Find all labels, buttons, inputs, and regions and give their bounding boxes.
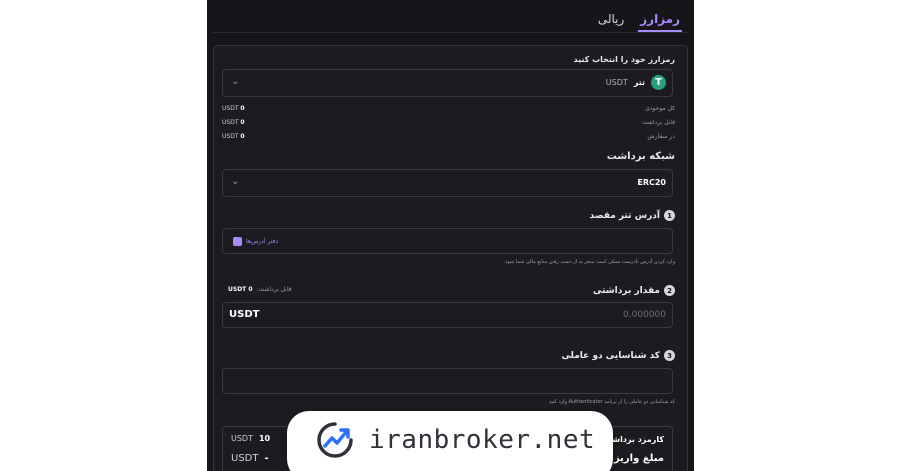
balance-label: قابل برداشت xyxy=(641,119,675,126)
twofa-hint: کد شناسایی دو عاملی را از برنامه Authent… xyxy=(548,399,675,405)
tabs-divider xyxy=(213,32,688,33)
fee-unit: USDT xyxy=(231,434,253,443)
twofa-input[interactable] xyxy=(222,368,673,394)
amount-unit: USDT xyxy=(229,309,260,320)
select-crypto-label: رمزارز خود را انتخاب کنید xyxy=(573,55,676,64)
address-hint: وارد کردن آدرس نادرست ممکن است منجر به ا… xyxy=(503,259,676,265)
deposit-value: - xyxy=(264,453,269,464)
withdrawable-value: 0 USDT xyxy=(228,286,253,293)
balance-row-in-order: در سفارش USDT 0 xyxy=(222,133,675,140)
withdraw-form: رمزارز خود را انتخاب کنید ⌄ T تتر USDT ک… xyxy=(213,45,688,471)
balance-row-available: قابل برداشت USDT 0 xyxy=(222,119,675,126)
withdrawable-label: قابل برداشت: xyxy=(256,286,292,293)
network-select[interactable]: ⌄ ERC20 xyxy=(222,169,673,197)
amount-heading: 2 مقدار برداشتی xyxy=(593,285,675,296)
contact-book-icon xyxy=(233,237,242,246)
balance-value: 0 xyxy=(240,133,245,140)
amount-input[interactable]: USDT 0.000000 xyxy=(222,302,673,328)
withdrawable-info: قابل برداشت: 0 USDT xyxy=(228,286,292,293)
balance-row-total: کل موجودی USDT 0 xyxy=(222,105,675,112)
crypto-select[interactable]: ⌄ T تتر USDT xyxy=(222,69,673,97)
chevron-down-icon: ⌄ xyxy=(231,76,240,87)
step-number: 1 xyxy=(664,210,675,221)
currency-tabs: رمزارز ریالی xyxy=(596,8,682,32)
withdraw-panel: رمزارز ریالی رمزارز خود را انتخاب کنید ⌄… xyxy=(207,0,694,471)
crypto-name: تتر xyxy=(633,78,645,87)
deposit-unit: USDT xyxy=(231,453,259,464)
fee-value: 10 xyxy=(258,434,271,443)
tab-crypto[interactable]: رمزارز xyxy=(638,8,682,32)
watermark: iranbroker.net xyxy=(287,411,613,471)
balance-label: کل موجودی xyxy=(645,105,675,112)
address-label: آدرس تتر مقصد xyxy=(589,210,660,221)
amount-placeholder: 0.000000 xyxy=(623,310,666,320)
amount-label: مقدار برداشتی xyxy=(593,285,660,296)
address-input[interactable]: دفتر آدرس‌ها xyxy=(222,228,673,254)
address-book-button[interactable]: دفتر آدرس‌ها xyxy=(233,237,278,246)
watermark-text: iranbroker.net xyxy=(369,425,596,455)
address-book-label: دفتر آدرس‌ها xyxy=(246,238,279,245)
step-number: 2 xyxy=(664,285,675,296)
crypto-symbol: USDT xyxy=(605,78,628,87)
network-label: شبکه برداشت xyxy=(606,151,675,162)
tether-icon: T xyxy=(651,75,666,90)
tab-rial[interactable]: ریالی xyxy=(596,8,626,32)
balance-value: 0 xyxy=(240,105,245,112)
chevron-down-icon: ⌄ xyxy=(231,176,240,187)
balance-label: در سفارش xyxy=(647,133,675,140)
address-heading: 1 آدرس تتر مقصد xyxy=(590,210,675,221)
step-number: 3 xyxy=(664,350,675,361)
balance-value: 0 xyxy=(240,119,245,126)
twofa-heading: 3 کد شناسایی دو عاملی xyxy=(561,350,675,361)
chart-logo-icon xyxy=(317,422,353,458)
network-value: ERC20 xyxy=(637,178,666,187)
twofa-label: کد شناسایی دو عاملی xyxy=(561,350,660,361)
